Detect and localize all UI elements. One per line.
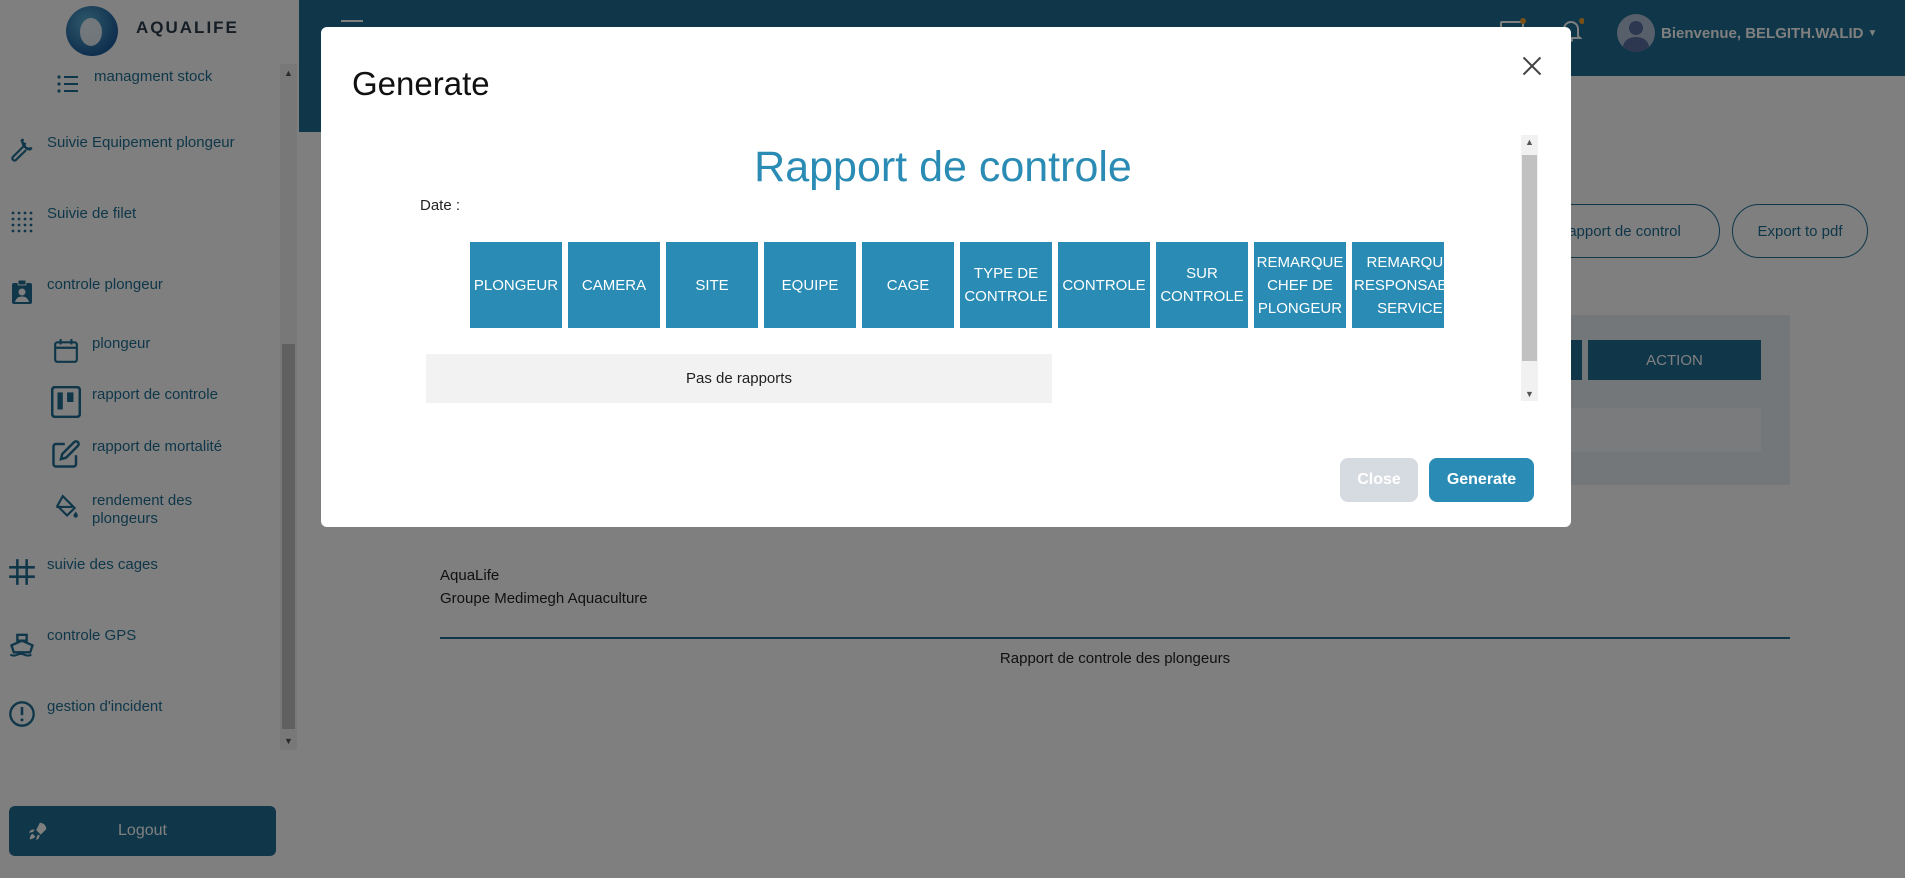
preview-scroll-thumb[interactable]	[1522, 155, 1537, 361]
close-icon[interactable]	[1521, 55, 1543, 77]
report-title: Rapport de controle	[754, 143, 1132, 191]
column-header-cage: CAGE	[862, 242, 954, 328]
column-header-plongeur: PLONGEUR	[470, 242, 562, 328]
date-label: Date :	[420, 197, 461, 214]
report-preview: Rapport de controle Date : PLONGEUR CAME…	[346, 135, 1540, 403]
generate-button[interactable]: Generate	[1429, 458, 1534, 502]
empty-message: Pas de rapports	[426, 354, 1052, 403]
column-header-camera: CAMERA	[568, 242, 660, 328]
column-header-remarque-chef: REMARQUE CHEF DE PLONGEUR	[1254, 242, 1346, 328]
column-header-site: SITE	[666, 242, 758, 328]
column-header-type-de-controle: TYPE DE CONTROLE	[960, 242, 1052, 328]
close-button[interactable]: Close	[1340, 458, 1418, 502]
generate-modal: Generate Rapport de controle Date : PLON…	[321, 27, 1571, 527]
column-header-equipe: EQUIPE	[764, 242, 856, 328]
modal-title: Generate	[352, 65, 490, 102]
preview-scrollbar[interactable]: ▲ ▼	[1521, 135, 1538, 401]
scroll-up-arrow-icon[interactable]: ▲	[1525, 137, 1534, 147]
column-header-remarque-responsable: REMARQUE RESPONSABLE SERVICE	[1352, 242, 1444, 328]
column-header-controle: CONTROLE	[1058, 242, 1150, 328]
column-header-sur-controle: SUR CONTROLE	[1156, 242, 1248, 328]
scroll-down-arrow-icon[interactable]: ▼	[1525, 389, 1534, 399]
